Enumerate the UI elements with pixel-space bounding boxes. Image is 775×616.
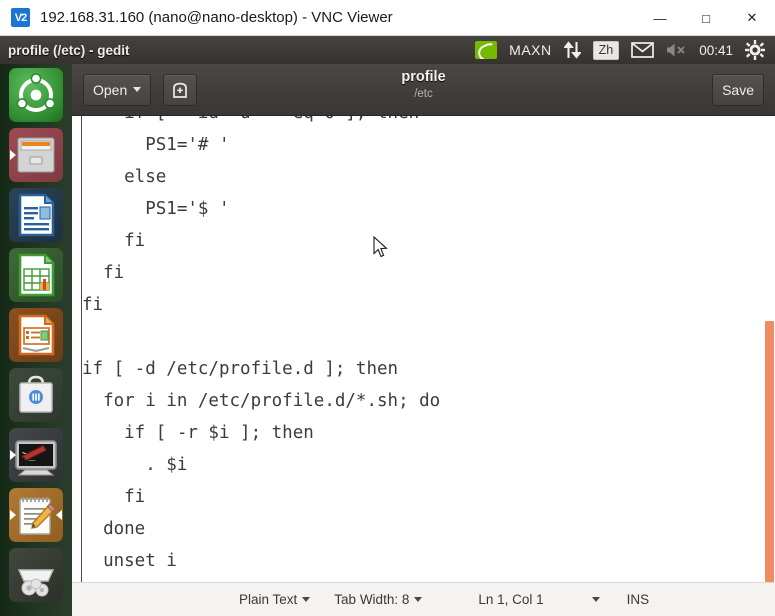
code-line: if [ -d /etc/profile.d ]; then <box>82 359 399 379</box>
cursor-position: Ln 1, Col 1 <box>478 592 544 607</box>
sidebar-item-ubuntu-software[interactable] <box>9 368 63 422</box>
document-icon <box>18 193 55 237</box>
vnc-logo-icon: V2 <box>11 8 30 27</box>
code-line: PS1='# ' <box>82 135 230 155</box>
ubuntu-top-panel: profile (/etc) - gedit MAXN Zh 00:41 <box>0 36 775 64</box>
sidebar-item-files[interactable] <box>9 128 63 182</box>
code-line: if [ "`id -u`" -eq 0 ]; then <box>82 116 619 129</box>
software-bag-icon <box>19 375 53 413</box>
code-line: if [ -r $i ]; then <box>82 423 314 443</box>
gedit-statusbar: Plain Text Tab Width: 8 Ln 1, Col 1 INS <box>72 582 775 616</box>
chevron-down-icon <box>591 597 600 602</box>
presentation-icon <box>18 314 55 356</box>
sidebar-item-system-settings[interactable] <box>9 548 63 602</box>
save-as-button[interactable] <box>163 73 198 106</box>
settings-gears-icon <box>17 569 55 597</box>
tab-width-label: Tab Width: 8 <box>334 592 410 607</box>
tab-width-selector[interactable]: Tab Width: 8 <box>334 592 423 607</box>
file-cabinet-icon <box>17 137 55 173</box>
ubuntu-desktop: profile (/etc) - gedit MAXN Zh 00:41 Ope… <box>0 36 775 616</box>
panel-indicator-area: MAXN Zh 00:41 <box>469 36 771 64</box>
code-line: else <box>82 167 167 187</box>
input-method-indicator[interactable]: Zh <box>587 36 626 64</box>
code-line: unset i <box>82 551 177 571</box>
running-indicator-left <box>10 150 16 160</box>
minimize-button[interactable]: — <box>637 0 683 36</box>
language-label: Plain Text <box>239 592 298 607</box>
panel-app-title[interactable]: profile (/etc) - gedit <box>8 43 130 58</box>
input-method-label: Zh <box>592 40 620 60</box>
code-line: fi <box>82 295 104 315</box>
envelope-icon <box>631 42 655 58</box>
settings-indicator[interactable] <box>739 36 771 64</box>
sidebar-item-terminal[interactable]: >_ <box>9 428 63 482</box>
mail-indicator[interactable] <box>625 36 660 64</box>
position-dropdown[interactable] <box>591 597 600 602</box>
clock-indicator[interactable]: 00:41 <box>693 36 739 64</box>
sidebar-item-ubuntu-dash[interactable] <box>9 68 63 122</box>
vnc-window-titlebar: V2 192.168.31.160 (nano@nano-desktop) - … <box>0 0 775 36</box>
open-button-label: Open <box>93 81 128 98</box>
open-button[interactable]: Open <box>83 73 152 106</box>
active-indicator-right <box>56 510 62 520</box>
code-line: done <box>82 519 146 539</box>
nvidia-indicator[interactable] <box>469 36 503 64</box>
running-indicator-left <box>10 510 16 520</box>
volume-muted-icon <box>667 43 685 57</box>
nvidia-logo-icon <box>475 41 498 59</box>
maximize-button[interactable]: □ <box>683 0 729 36</box>
document-content: if [ "`id -u`" -eq 0 ]; then PS1='# ' el… <box>82 116 619 582</box>
spreadsheet-icon <box>18 253 55 297</box>
save-button[interactable]: Save <box>712 73 764 106</box>
notepad-pencil-icon <box>19 497 56 535</box>
screenshot-root: V2 192.168.31.160 (nano@nano-desktop) - … <box>0 0 775 616</box>
volume-indicator[interactable] <box>660 36 693 64</box>
code-line: PS1='$ ' <box>82 199 230 219</box>
network-indicator[interactable] <box>558 36 587 64</box>
window-controls: — □ ✕ <box>637 0 775 36</box>
chevron-down-icon <box>133 87 142 92</box>
gedit-textview[interactable]: if [ "`id -u`" -eq 0 ]; then PS1='# ' el… <box>72 116 775 582</box>
code-line: fi <box>82 263 125 283</box>
insert-mode-label: INS <box>626 592 650 607</box>
power-mode-indicator[interactable]: MAXN <box>503 36 557 64</box>
code-line: . $i <box>82 455 188 475</box>
running-indicator-left <box>10 450 16 460</box>
unity-launcher: >_ <box>0 64 72 616</box>
sidebar-item-libreoffice-impress[interactable] <box>9 308 63 362</box>
ubuntu-logo-icon <box>16 73 56 112</box>
sidebar-item-libreoffice-calc[interactable] <box>9 248 63 302</box>
code-line: fi <box>82 487 146 507</box>
code-line: fi <box>82 231 146 251</box>
gear-icon <box>745 40 765 60</box>
chevron-down-icon <box>414 597 423 602</box>
network-up-down-icon <box>563 41 581 59</box>
sidebar-item-libreoffice-writer[interactable] <box>9 188 63 242</box>
language-selector[interactable]: Plain Text <box>239 592 311 607</box>
code-line: for i in /etc/profile.d/*.sh; do <box>82 391 441 411</box>
close-button[interactable]: ✕ <box>729 0 775 36</box>
window-title: 192.168.31.160 (nano@nano-desktop) - VNC… <box>40 9 393 26</box>
vertical-scrollbar[interactable] <box>765 321 774 582</box>
gedit-headerbar: Open profile /etc Save <box>72 64 775 116</box>
sidebar-item-gedit[interactable] <box>9 488 63 542</box>
terminal-icon: >_ <box>15 440 57 476</box>
save-as-icon <box>173 82 188 98</box>
chevron-down-icon <box>302 597 311 602</box>
